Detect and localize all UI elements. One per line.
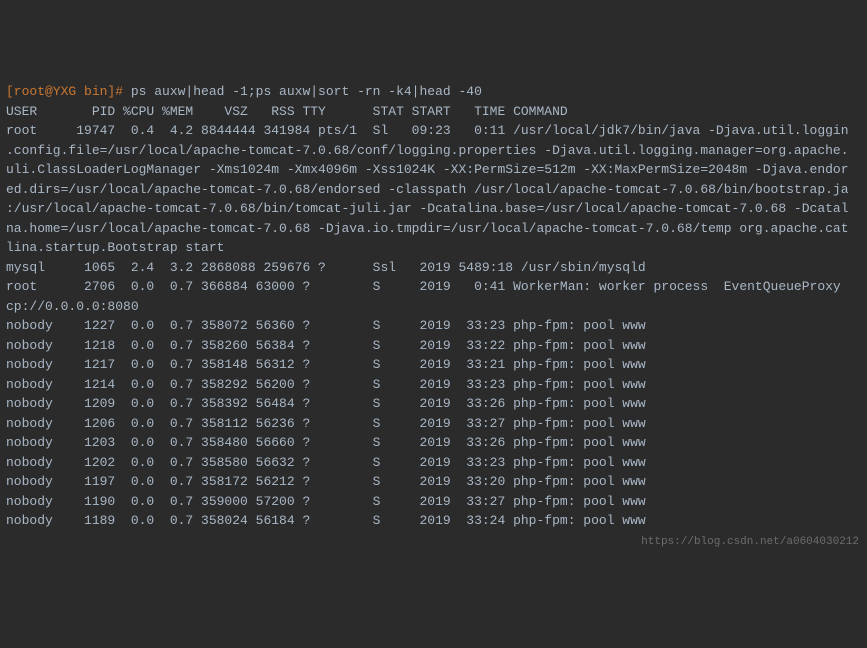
process-row: nobody 1190 0.0 0.7 359000 57200 ? S 201… [6,494,646,509]
process-row: nobody 1202 0.0 0.7 358580 56632 ? S 201… [6,455,646,470]
ps-header: USER PID %CPU %MEM VSZ RSS TTY STAT STAR… [6,104,568,119]
shell-prompt: [root@YXG bin]# [6,84,131,99]
process-row: nobody 1218 0.0 0.7 358260 56384 ? S 201… [6,338,646,353]
process-row: nobody 1227 0.0 0.7 358072 56360 ? S 201… [6,318,646,333]
process-row: nobody 1189 0.0 0.7 358024 56184 ? S 201… [6,513,646,528]
watermark-text: https://blog.csdn.net/a0604030212 [641,534,859,551]
process-row: nobody 1206 0.0 0.7 358112 56236 ? S 201… [6,416,646,431]
process-row: nobody 1217 0.0 0.7 358148 56312 ? S 201… [6,357,646,372]
process-row: nobody 1209 0.0 0.7 358392 56484 ? S 201… [6,396,646,411]
shell-command: ps auxw|head -1;ps auxw|sort -rn -k4|hea… [131,84,482,99]
process-row: root 2706 0.0 0.7 366884 63000 ? S 2019 … [6,279,841,314]
process-row: nobody 1214 0.0 0.7 358292 56200 ? S 201… [6,377,646,392]
process-row: mysql 1065 2.4 3.2 2868088 259676 ? Ssl … [6,260,646,275]
process-row: nobody 1203 0.0 0.7 358480 56660 ? S 201… [6,435,646,450]
process-row: nobody 1197 0.0 0.7 358172 56212 ? S 201… [6,474,646,489]
terminal-output: [root@YXG bin]# ps auxw|head -1;ps auxw|… [6,82,861,531]
process-row: root 19747 0.4 4.2 8844444 341984 pts/1 … [6,123,849,255]
